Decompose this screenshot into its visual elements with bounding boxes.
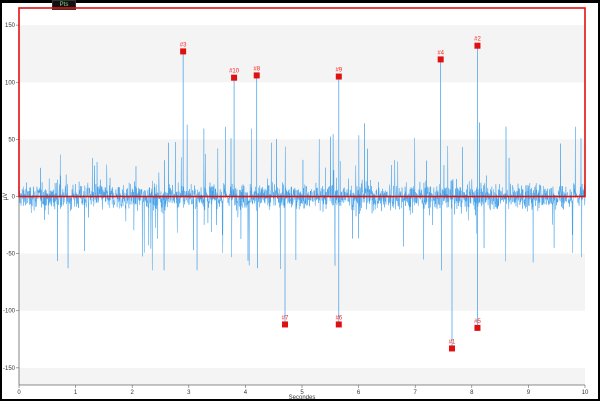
event-marker-label: #10 xyxy=(229,69,240,75)
y-tick-label: -100 xyxy=(3,309,16,315)
grid-band xyxy=(19,139,585,197)
y-tick-label: 0 xyxy=(12,195,16,201)
x-tick-label: 9 xyxy=(527,390,531,396)
event-marker-label: #9 xyxy=(335,68,342,74)
event-marker xyxy=(180,48,187,55)
y-tick-label: 100 xyxy=(5,80,16,86)
event-marker xyxy=(335,321,342,328)
x-tick-label: 0 xyxy=(17,390,21,396)
event-marker xyxy=(253,72,260,79)
event-marker xyxy=(437,56,444,63)
x-tick-label: 2 xyxy=(131,390,135,396)
x-tick-label: 6 xyxy=(357,390,361,396)
event-marker-label: #6 xyxy=(335,315,342,321)
event-marker xyxy=(231,74,238,81)
x-tick-label: 8 xyxy=(470,390,474,396)
grid-bands xyxy=(19,25,585,385)
y-tick-label: -50 xyxy=(6,252,15,258)
x-tick-label: 1 xyxy=(74,390,78,396)
event-marker-label: #7 xyxy=(282,315,289,321)
event-marker xyxy=(474,324,481,331)
grid-band xyxy=(19,367,585,385)
event-marker-label: #3 xyxy=(180,42,187,48)
event-marker-label: #4 xyxy=(437,50,444,56)
x-axis-label: Secondes xyxy=(289,395,316,401)
y-tick-label: -150 xyxy=(3,366,16,372)
event-marker-label: #5 xyxy=(474,319,481,325)
chart-svg: 0 1 2 3 4 5 6 7 8 9 10-150-100-50050100150 #3#10 #8… xyxy=(3,7,589,401)
event-marker xyxy=(282,321,289,328)
y-tick-label: 150 xyxy=(5,23,16,29)
event-marker xyxy=(335,73,342,80)
y-axis-label: µV xyxy=(3,193,9,200)
x-tick-label: 4 xyxy=(244,390,248,396)
event-marker-label: #1 xyxy=(449,339,456,345)
x-tick-label: 10 xyxy=(582,390,589,396)
grid-band xyxy=(19,253,585,311)
grid-band xyxy=(19,25,585,83)
event-marker-label: #2 xyxy=(474,37,481,43)
event-marker-label: #8 xyxy=(253,66,260,72)
event-marker xyxy=(448,345,455,352)
x-tick-label: 7 xyxy=(414,390,418,396)
event-marker xyxy=(474,42,481,49)
x-tick-label: 3 xyxy=(187,390,191,396)
y-tick-label: 50 xyxy=(8,137,15,143)
